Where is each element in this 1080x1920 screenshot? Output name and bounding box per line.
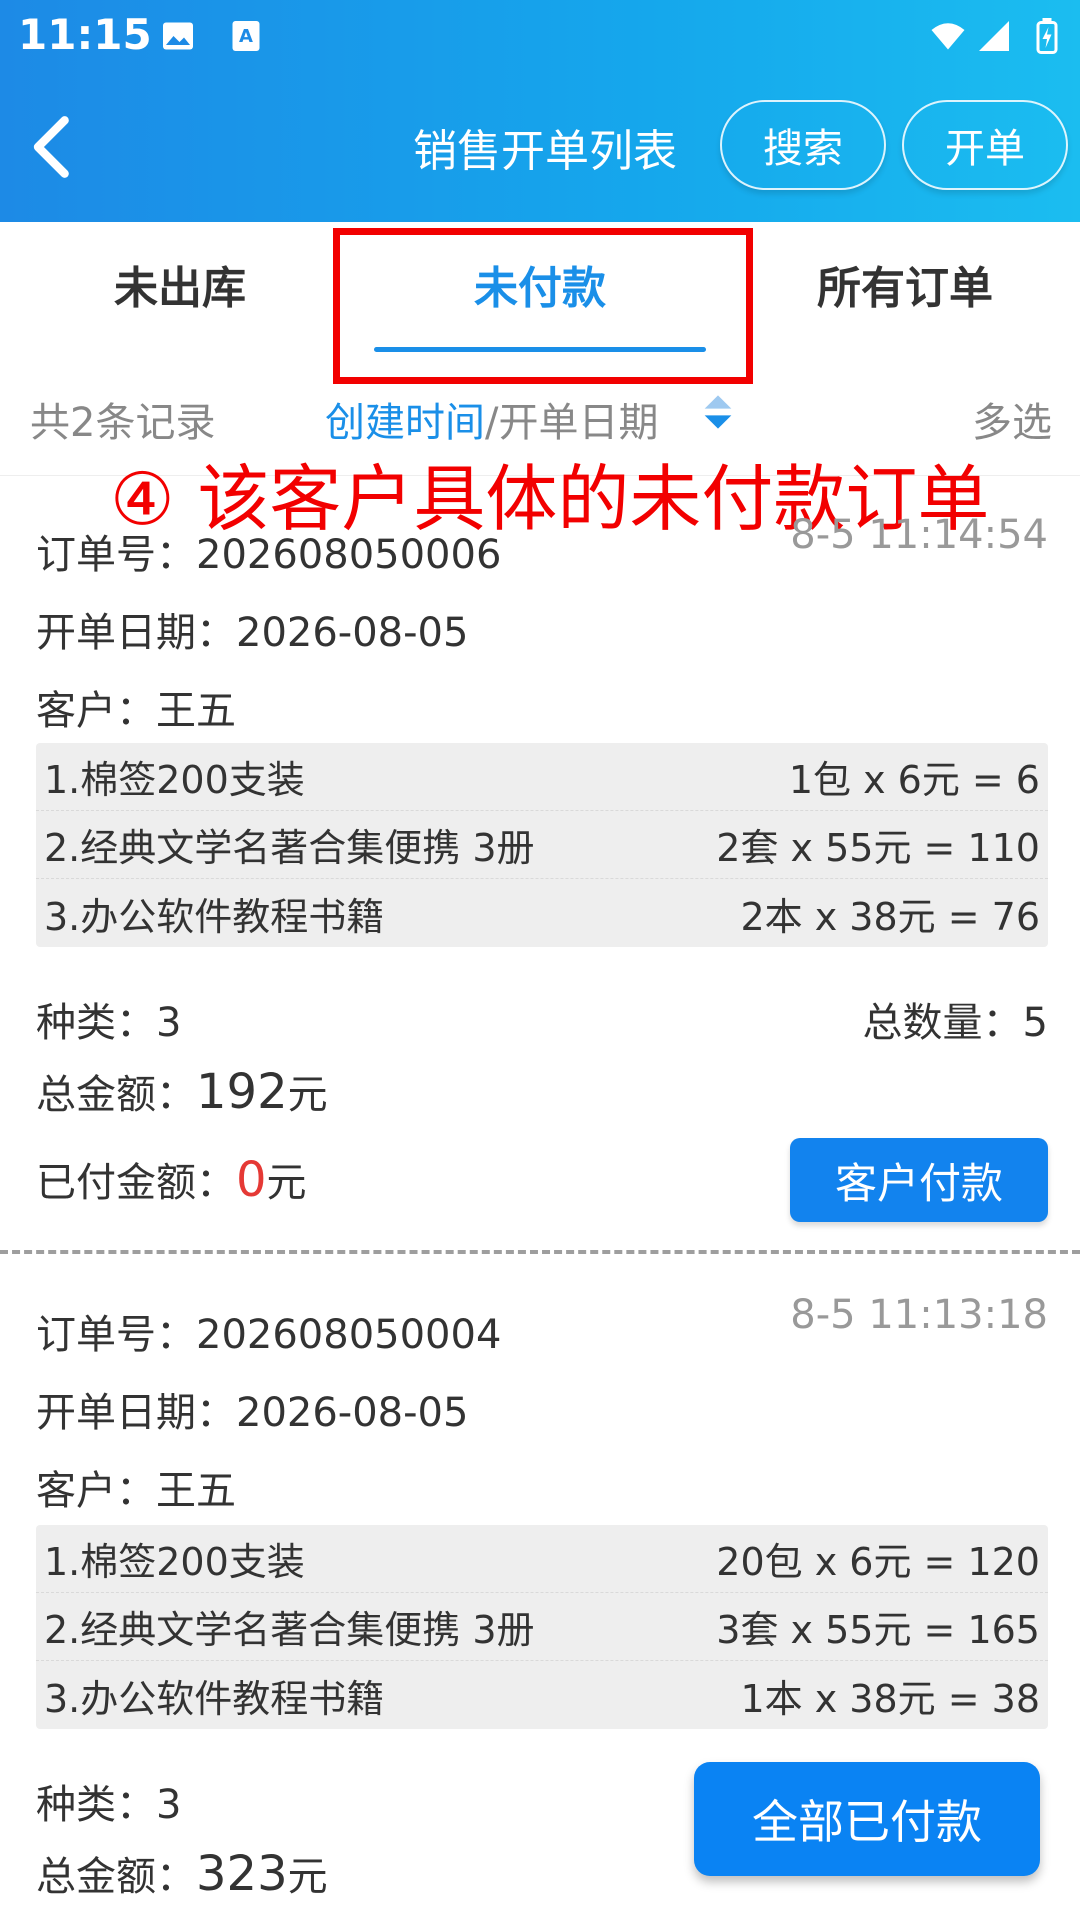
list-item: 2.经典文学名著合集便携 3册 2套 x 55元 = 110 — [36, 811, 1048, 879]
item-price: 20包 x 6元 = 120 — [716, 1540, 1040, 1584]
tab-all-orders[interactable]: 所有订单 — [790, 252, 1020, 316]
wifi-icon — [931, 23, 965, 50]
status-bar: 11:15 A — [0, 0, 1080, 72]
item-name: 2.经典文学名著合集便携 3册 — [44, 826, 535, 870]
app-header: 11:15 A 销售开单列表 搜索 开单 — [0, 0, 1080, 222]
item-price: 1本 x 38元 = 38 — [740, 1676, 1040, 1721]
item-name: 3.办公软件教程书籍 — [44, 1676, 385, 1721]
gallery-icon — [163, 22, 193, 50]
order-timestamp: 8-5 11:14:54 — [790, 512, 1048, 558]
open-date: 开单日期：2026-08-05 — [36, 1390, 469, 1436]
search-button[interactable]: 搜索 — [720, 100, 886, 190]
paid-label: 已付金额： — [36, 1160, 236, 1206]
total-unit: 元 — [287, 1854, 328, 1900]
list-item: 3.办公软件教程书籍 1本 x 38元 = 38 — [36, 1661, 1048, 1729]
paid-unit: 元 — [266, 1160, 307, 1206]
item-price: 1包 x 6元 = 6 — [788, 758, 1040, 802]
order-timestamp: 8-5 11:13:18 — [790, 1292, 1048, 1338]
total-quantity: 总数量：5 — [862, 1000, 1048, 1046]
item-name: 2.经典文学名著合集便携 3册 — [44, 1608, 535, 1652]
card-divider — [0, 1250, 1080, 1254]
order-number: 订单号：202608050006 — [36, 532, 502, 578]
open-date: 开单日期：2026-08-05 — [36, 610, 469, 656]
mark-all-paid-button[interactable]: 全部已付款 — [694, 1762, 1040, 1876]
order-number: 订单号：202608050004 — [36, 1312, 502, 1358]
total-amount: 总金额：192元 — [36, 1062, 328, 1120]
open-order-button[interactable]: 开单 — [902, 100, 1068, 190]
total-label: 总金额： — [36, 1854, 196, 1900]
list-item: 3.办公软件教程书籍 2本 x 38元 = 76 — [36, 879, 1048, 947]
total-label: 总金额： — [36, 1072, 196, 1118]
item-types: 种类：3 — [36, 1000, 182, 1046]
list-item: 1.棉签200支装 1包 x 6元 = 6 — [36, 743, 1048, 811]
paid-amount: 已付金额：0元 — [36, 1150, 307, 1208]
item-name: 1.棉签200支装 — [44, 758, 305, 802]
item-types: 种类：3 — [36, 1782, 182, 1828]
item-price: 2套 x 55元 = 110 — [716, 826, 1040, 870]
total-unit: 元 — [287, 1072, 328, 1118]
item-list: 1.棉签200支装 1包 x 6元 = 6 2.经典文学名著合集便携 3册 2套 x… — [36, 743, 1048, 947]
battery-icon — [1036, 18, 1058, 54]
tab-not-shipped[interactable]: 未出库 — [80, 252, 280, 316]
customer-pay-button[interactable]: 客户付款 — [790, 1138, 1048, 1222]
item-list: 1.棉签200支装 20包 x 6元 = 120 2.经典文学名著合集便携 3册 3… — [36, 1525, 1048, 1729]
status-time: 11:15 — [18, 10, 152, 59]
list-item: 2.经典文学名著合集便携 3册 3套 x 55元 = 165 — [36, 1593, 1048, 1661]
svg-text:A: A — [239, 26, 253, 47]
text-icon: A — [232, 21, 260, 51]
customer: 客户：王五 — [36, 1468, 236, 1514]
item-price: 3套 x 55元 = 165 — [716, 1608, 1040, 1652]
item-name: 1.棉签200支装 — [44, 1540, 305, 1584]
paid-value: 0 — [236, 1152, 267, 1208]
item-price: 2本 x 38元 = 76 — [740, 894, 1040, 939]
back-arrow-icon[interactable] — [28, 112, 78, 182]
list-item: 1.棉签200支装 20包 x 6元 = 120 — [36, 1525, 1048, 1593]
signal-icon — [979, 21, 1009, 51]
customer: 客户：王五 — [36, 688, 236, 734]
sort-arrows-icon[interactable] — [700, 392, 736, 432]
total-amount: 总金额：323元 — [36, 1844, 328, 1902]
total-value: 323 — [196, 1846, 288, 1902]
item-name: 3.办公软件教程书籍 — [44, 894, 385, 939]
highlight-box — [333, 228, 753, 384]
total-value: 192 — [196, 1064, 288, 1120]
page-title: 销售开单列表 — [413, 126, 677, 177]
